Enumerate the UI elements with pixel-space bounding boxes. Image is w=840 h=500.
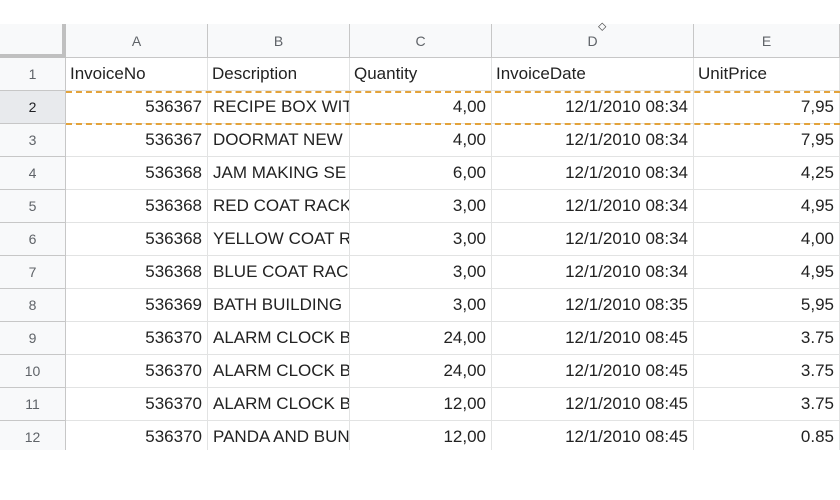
cell-e4[interactable]: 4,25 — [694, 157, 840, 190]
cell-c9[interactable]: 24,00 — [350, 322, 492, 355]
cell-d2[interactable]: 12/1/2010 08:34 — [492, 91, 694, 124]
row-header-9[interactable]: 9 — [0, 322, 66, 355]
spreadsheet-grid[interactable]: A B C D E 1 InvoiceNo Description Quantity Invoic… — [0, 0, 840, 450]
cell-e12[interactable]: 0.85 — [694, 421, 840, 450]
cell-c5[interactable]: 3,00 — [350, 190, 492, 223]
row-header-2[interactable]: 2 — [0, 91, 66, 124]
cell-a9[interactable]: 536370 — [66, 322, 208, 355]
row-header-5[interactable]: 5 — [0, 190, 66, 223]
cell-d12[interactable]: 12/1/2010 08:45 — [492, 421, 694, 450]
row-header-10[interactable]: 10 — [0, 355, 66, 388]
cell-e3[interactable]: 7,95 — [694, 124, 840, 157]
cell-d5[interactable]: 12/1/2010 08:34 — [492, 190, 694, 223]
cell-d9[interactable]: 12/1/2010 08:45 — [492, 322, 694, 355]
cell-d6[interactable]: 12/1/2010 08:34 — [492, 223, 694, 256]
cell-a1[interactable]: InvoiceNo — [66, 58, 208, 91]
cell-b12[interactable]: PANDA AND BUN — [208, 421, 350, 450]
cell-a2[interactable]: 536367 — [66, 91, 208, 124]
cell-b8[interactable]: BATH BUILDING — [208, 289, 350, 322]
cell-a10[interactable]: 536370 — [66, 355, 208, 388]
cell-e9[interactable]: 3.75 — [694, 322, 840, 355]
cell-c1[interactable]: Quantity — [350, 58, 492, 91]
cell-c10[interactable]: 24,00 — [350, 355, 492, 388]
column-header-e[interactable]: E — [694, 24, 840, 58]
column-resize-cursor-icon: ⬦ — [598, 19, 607, 33]
select-all-corner[interactable] — [0, 24, 66, 58]
row-header-11[interactable]: 11 — [0, 388, 66, 421]
cell-b5[interactable]: RED COAT RACK — [208, 190, 350, 223]
cell-b6[interactable]: YELLOW COAT RA — [208, 223, 350, 256]
cell-a8[interactable]: 536369 — [66, 289, 208, 322]
cell-a7[interactable]: 536368 — [66, 256, 208, 289]
cell-d7[interactable]: 12/1/2010 08:34 — [492, 256, 694, 289]
cell-b2[interactable]: RECIPE BOX WIT — [208, 91, 350, 124]
cell-e8[interactable]: 5,95 — [694, 289, 840, 322]
cell-e5[interactable]: 4,95 — [694, 190, 840, 223]
column-header-b[interactable]: B — [208, 24, 350, 58]
row-header-4[interactable]: 4 — [0, 157, 66, 190]
row-header-8[interactable]: 8 — [0, 289, 66, 322]
cell-b9[interactable]: ALARM CLOCK B — [208, 322, 350, 355]
cell-c4[interactable]: 6,00 — [350, 157, 492, 190]
cell-b7[interactable]: BLUE COAT RACK — [208, 256, 350, 289]
cell-c12[interactable]: 12,00 — [350, 421, 492, 450]
row-header-6[interactable]: 6 — [0, 223, 66, 256]
column-header-d[interactable]: D — [492, 24, 694, 58]
cell-c7[interactable]: 3,00 — [350, 256, 492, 289]
cell-d1[interactable]: InvoiceDate — [492, 58, 694, 91]
cell-b4[interactable]: JAM MAKING SE — [208, 157, 350, 190]
cell-b10[interactable]: ALARM CLOCK B — [208, 355, 350, 388]
cell-e1[interactable]: UnitPrice — [694, 58, 840, 91]
cell-a4[interactable]: 536368 — [66, 157, 208, 190]
cell-e11[interactable]: 3.75 — [694, 388, 840, 421]
cell-a3[interactable]: 536367 — [66, 124, 208, 157]
cell-c11[interactable]: 12,00 — [350, 388, 492, 421]
column-header-a[interactable]: A — [66, 24, 208, 58]
cell-b1[interactable]: Description — [208, 58, 350, 91]
column-header-c[interactable]: C — [350, 24, 492, 58]
row-header-12[interactable]: 12 — [0, 421, 66, 450]
cell-c8[interactable]: 3,00 — [350, 289, 492, 322]
cell-c6[interactable]: 3,00 — [350, 223, 492, 256]
cell-e6[interactable]: 4,00 — [694, 223, 840, 256]
cell-b11[interactable]: ALARM CLOCK B — [208, 388, 350, 421]
cell-d10[interactable]: 12/1/2010 08:45 — [492, 355, 694, 388]
cell-b3[interactable]: DOORMAT NEW — [208, 124, 350, 157]
cell-e2[interactable]: 7,95 — [694, 91, 840, 124]
cell-c2[interactable]: 4,00 — [350, 91, 492, 124]
cell-d3[interactable]: 12/1/2010 08:34 — [492, 124, 694, 157]
blank-area — [0, 450, 840, 500]
cell-a12[interactable]: 536370 — [66, 421, 208, 450]
row-header-3[interactable]: 3 — [0, 124, 66, 157]
cell-d8[interactable]: 12/1/2010 08:35 — [492, 289, 694, 322]
cell-c3[interactable]: 4,00 — [350, 124, 492, 157]
cell-e7[interactable]: 4,95 — [694, 256, 840, 289]
cell-a6[interactable]: 536368 — [66, 223, 208, 256]
cell-a5[interactable]: 536368 — [66, 190, 208, 223]
cell-e10[interactable]: 3.75 — [694, 355, 840, 388]
cell-a11[interactable]: 536370 — [66, 388, 208, 421]
row-header-1[interactable]: 1 — [0, 58, 66, 91]
cell-d4[interactable]: 12/1/2010 08:34 — [492, 157, 694, 190]
row-header-7[interactable]: 7 — [0, 256, 66, 289]
cell-d11[interactable]: 12/1/2010 08:45 — [492, 388, 694, 421]
